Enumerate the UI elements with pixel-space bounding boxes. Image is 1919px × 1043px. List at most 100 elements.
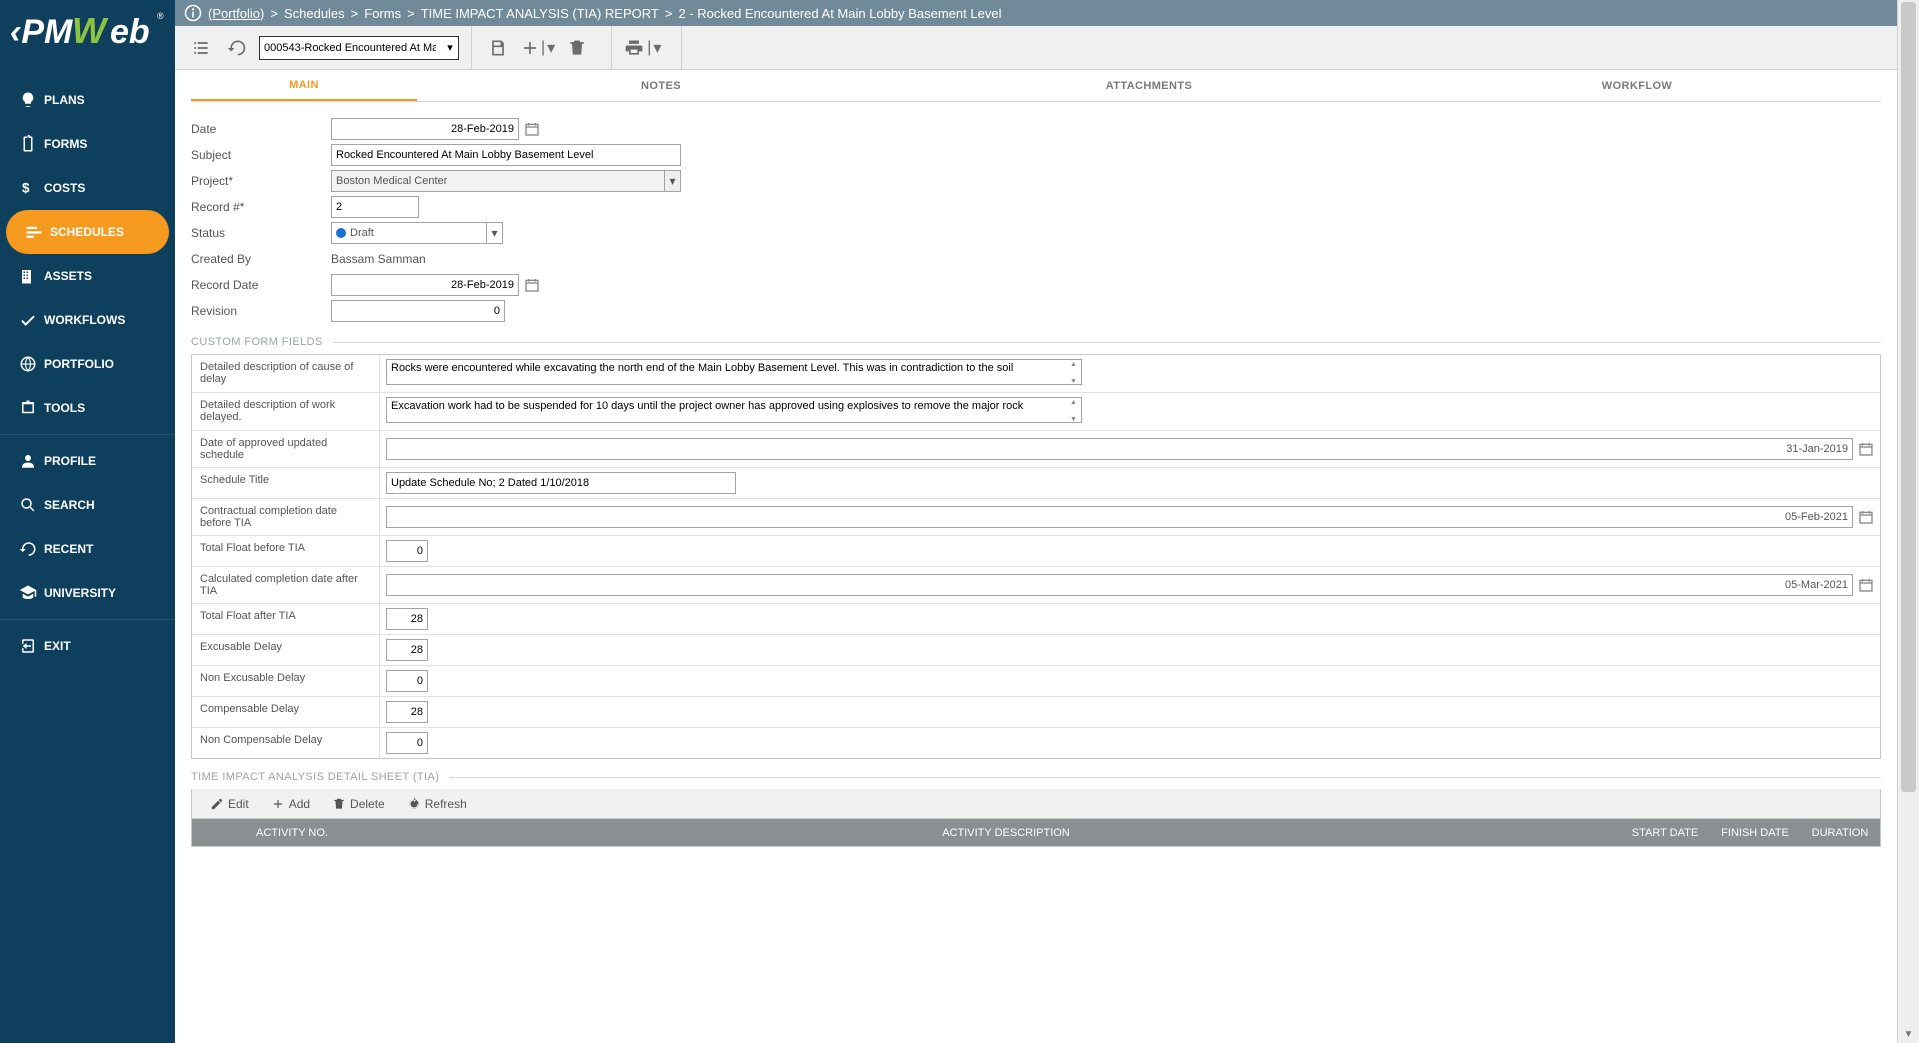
dollar-icon: $ — [12, 179, 44, 197]
textarea-scroll[interactable]: ▲▼ — [1066, 360, 1081, 387]
project-label: Project* — [191, 174, 331, 188]
sidebar-item-tools[interactable]: TOOLS — [0, 386, 175, 430]
globe-icon — [12, 355, 44, 373]
sidebar-item-label: SEARCH — [44, 498, 95, 512]
textarea-scroll[interactable]: ▲▼ — [1066, 398, 1081, 425]
tab-attachments[interactable]: ATTACHMENTS — [905, 70, 1393, 101]
cf-calc-date-input[interactable]: 05-Mar-2021 — [386, 574, 1853, 596]
sidebar-item-schedules[interactable]: SCHEDULES — [6, 210, 169, 254]
sidebar-item-profile[interactable]: PROFILE — [0, 439, 175, 483]
calendar-icon[interactable] — [524, 277, 540, 293]
sidebar-item-plans[interactable]: PLANS — [0, 78, 175, 122]
cf-nonexc-delay-input[interactable] — [386, 670, 428, 692]
col-activity-desc[interactable]: ACTIVITY DESCRIPTION — [392, 827, 1620, 839]
cf-desc-cause-input[interactable] — [386, 359, 1082, 385]
sidebar-item-label: FORMS — [44, 137, 87, 151]
sidebar-item-assets[interactable]: ASSETS — [0, 254, 175, 298]
sidebar-item-university[interactable]: UNIVERSITY — [0, 571, 175, 615]
subject-input[interactable] — [331, 144, 681, 166]
cf-exc-delay-input[interactable] — [386, 639, 428, 661]
cf-nonexc-delay-label: Non Excusable Delay — [192, 666, 380, 696]
project-select[interactable]: Boston Medical Center ▾ — [331, 170, 681, 192]
detail-toolbar: Edit Add Delete Refresh — [191, 789, 1881, 819]
cf-sched-title-input[interactable] — [386, 472, 736, 494]
breadcrumb-tia-report: TIME IMPACT ANALYSIS (TIA) REPORT — [421, 6, 659, 21]
add-row-button[interactable]: Add — [271, 797, 310, 811]
col-start-date[interactable]: START DATE — [1620, 827, 1710, 839]
sidebar-item-exit[interactable]: EXIT — [0, 624, 175, 668]
save-button[interactable] — [484, 34, 512, 62]
revision-label: Revision — [191, 304, 331, 318]
exit-icon — [12, 637, 44, 655]
breadcrumb: (Portfolio) > Schedules > Forms > TIME I… — [175, 0, 1897, 26]
section-custom-fields: CUSTOM FORM FIELDS — [191, 336, 1881, 348]
cf-float-after-input[interactable] — [386, 608, 428, 630]
sidebar-item-portfolio[interactable]: PORTFOLIO — [0, 342, 175, 386]
calendar-icon[interactable] — [524, 121, 540, 137]
dropdown-icon[interactable]: ▾ — [442, 37, 458, 59]
sidebar-item-label: PORTFOLIO — [44, 357, 114, 371]
breadcrumb-portfolio[interactable]: (Portfolio) — [208, 6, 264, 21]
sidebar: ‹PM W eb ® PLANS FORMS $ COSTS SCHEDULES… — [0, 0, 175, 1043]
graduation-icon — [12, 584, 44, 602]
calendar-icon[interactable] — [1858, 577, 1874, 593]
cf-desc-work-input[interactable] — [386, 397, 1082, 423]
lightbulb-icon — [12, 91, 44, 109]
tab-notes[interactable]: NOTES — [417, 70, 905, 101]
refresh-button[interactable]: Refresh — [407, 797, 467, 811]
tab-main[interactable]: MAIN — [191, 70, 417, 101]
cf-desc-work-label: Detailed description of work delayed. — [192, 393, 380, 430]
delete-row-button[interactable]: Delete — [332, 797, 385, 811]
print-button[interactable]: |▾ — [624, 38, 661, 58]
record-date-input[interactable] — [331, 274, 519, 296]
breadcrumb-schedules: Schedules — [284, 6, 345, 21]
cf-approved-sched-label: Date of approved updated schedule — [192, 431, 380, 467]
sidebar-item-costs[interactable]: $ COSTS — [0, 166, 175, 210]
check-icon — [12, 311, 44, 329]
record-date-label: Record Date — [191, 278, 331, 292]
main-panel: (Portfolio) > Schedules > Forms > TIME I… — [175, 0, 1897, 1043]
record-no-input[interactable] — [331, 196, 419, 218]
calendar-icon[interactable] — [1858, 441, 1874, 457]
col-activity-no[interactable]: ACTIVITY NO. — [192, 827, 392, 839]
sidebar-item-search[interactable]: SEARCH — [0, 483, 175, 527]
cf-sched-title-label: Schedule Title — [192, 468, 380, 498]
search-icon — [12, 496, 44, 514]
scrollbar-thumb[interactable] — [1901, 2, 1916, 792]
tabs: MAIN NOTES ATTACHMENTS WORKFLOW — [191, 70, 1881, 102]
cf-float-before-input[interactable] — [386, 540, 428, 562]
clipboard-icon — [12, 135, 44, 153]
tab-workflow[interactable]: WORKFLOW — [1393, 70, 1881, 101]
scroll-down-icon[interactable]: ▼ — [1898, 1025, 1919, 1043]
status-select[interactable]: Draft ▾ — [331, 222, 503, 244]
cf-contract-date-input[interactable]: 05-Feb-2021 — [386, 506, 1853, 528]
cf-noncomp-delay-input[interactable] — [386, 732, 428, 754]
col-finish-date[interactable]: FINISH DATE — [1710, 827, 1800, 839]
svg-text:®: ® — [157, 11, 164, 21]
add-button[interactable]: |▾ — [520, 38, 555, 58]
calendar-icon[interactable] — [1858, 509, 1874, 525]
logo: ‹PM W eb ® — [0, 0, 175, 62]
revision-input[interactable] — [331, 300, 505, 322]
info-icon[interactable] — [181, 4, 205, 22]
cf-comp-delay-input[interactable] — [386, 701, 428, 723]
record-selector-input[interactable] — [260, 37, 440, 59]
sidebar-item-label: PROFILE — [44, 454, 96, 468]
record-selector[interactable]: ▾ — [259, 36, 459, 60]
delete-button[interactable] — [563, 34, 591, 62]
col-duration[interactable]: DURATION — [1800, 827, 1880, 839]
created-by-value: Bassam Samman — [331, 252, 426, 266]
sidebar-item-label: PLANS — [44, 93, 85, 107]
cf-approved-sched-input[interactable]: 31-Jan-2019 — [386, 438, 1853, 460]
sidebar-item-forms[interactable]: FORMS — [0, 122, 175, 166]
list-view-button[interactable] — [187, 34, 215, 62]
breadcrumb-record: 2 - Rocked Encountered At Main Lobby Bas… — [678, 6, 1001, 21]
edit-button[interactable]: Edit — [210, 797, 249, 811]
sidebar-item-recent[interactable]: RECENT — [0, 527, 175, 571]
history-button[interactable] — [223, 34, 251, 62]
sidebar-item-workflows[interactable]: WORKFLOWS — [0, 298, 175, 342]
dropdown-icon[interactable]: ▾ — [486, 223, 502, 243]
dropdown-icon[interactable]: ▾ — [664, 171, 680, 191]
page-scrollbar[interactable]: ▼ — [1897, 0, 1919, 1043]
date-input[interactable] — [331, 118, 519, 140]
